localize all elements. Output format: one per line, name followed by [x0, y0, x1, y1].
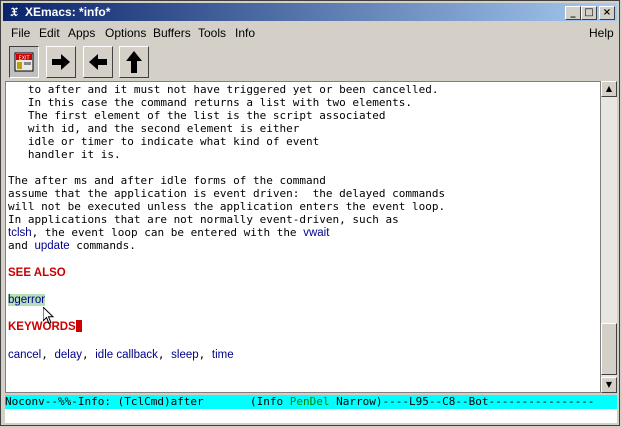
minibuffer[interactable]	[5, 409, 617, 423]
text-line: assume that the application is event dri…	[8, 187, 446, 200]
text-line: will not be executed unless the applicat…	[8, 200, 446, 213]
menu-file[interactable]: File	[11, 26, 30, 40]
menu-buffers[interactable]: Buffers	[153, 26, 191, 40]
text-line: The after ms and after idle forms of the…	[8, 174, 326, 187]
modeline-pendel: PenDel	[289, 395, 330, 408]
text-line: and update commands.	[8, 239, 136, 253]
scroll-thumb[interactable]	[601, 323, 617, 375]
scroll-down-button[interactable]: ▼	[601, 377, 617, 393]
text-fragment: , the event loop can be entered with the	[31, 226, 304, 239]
exit-button[interactable]: EXIT	[9, 46, 39, 78]
minimize-button[interactable]: _	[565, 6, 581, 20]
scroll-up-icon: ▲	[605, 84, 613, 93]
exit-icon: EXIT	[14, 52, 34, 72]
bgerror-link[interactable]: bgerror	[8, 294, 46, 306]
text-line: handler it is.	[8, 148, 121, 161]
time-link[interactable]: time	[212, 349, 234, 361]
scroll-down-icon: ▼	[605, 380, 613, 389]
maximize-button[interactable]: □	[581, 6, 597, 20]
mode-line: Noconv--%%-Info: (TclCmd)after (Info Pen…	[5, 395, 617, 409]
text-line: In applications that are not normally ev…	[8, 213, 399, 226]
menu-options[interactable]: Options	[105, 26, 146, 40]
toolbar: EXIT	[3, 43, 617, 83]
tclsh-link[interactable]: tclsh	[8, 227, 32, 239]
close-button[interactable]: ×	[599, 6, 615, 20]
text-line: idle or timer to indicate what kind of e…	[8, 135, 320, 148]
scroll-up-button[interactable]: ▲	[601, 81, 617, 97]
sleep-link[interactable]: sleep	[171, 349, 199, 361]
idle-callback-link[interactable]: idle callback	[95, 349, 158, 361]
mouse-pointer-icon	[43, 307, 55, 325]
xemacs-icon: 𝔛	[10, 5, 18, 19]
see-also-heading: SEE ALSO	[8, 267, 66, 279]
menu-tools[interactable]: Tools	[198, 26, 226, 40]
menu-info[interactable]: Info	[235, 26, 255, 40]
menu-edit[interactable]: Edit	[39, 26, 60, 40]
text-line: to after and it must not have triggered …	[8, 83, 439, 96]
back-button[interactable]	[83, 46, 113, 78]
text-fragment: commands.	[69, 239, 136, 252]
cancel-link[interactable]: cancel	[8, 349, 41, 361]
modeline-left: Noconv--%%-Info: (TclCmd)after (Info	[5, 395, 290, 408]
separator: ,	[82, 348, 96, 361]
modeline-right: Narrow)----L95--C8--Bot----------------	[329, 395, 595, 408]
text-cursor	[75, 320, 82, 332]
window-title: XEmacs: *info*	[25, 5, 111, 19]
text-line: tclsh, the event loop can be entered wit…	[8, 226, 329, 240]
vertical-scrollbar[interactable]: ▲ ▼	[601, 81, 617, 393]
text-fragment: and	[8, 239, 35, 252]
keywords-heading: KEYWORDS	[8, 321, 76, 333]
forward-button[interactable]	[46, 46, 76, 78]
minimize-icon: _	[570, 7, 576, 18]
info-buffer[interactable]: to after and it must not have triggered …	[5, 81, 601, 393]
back-arrow-icon	[89, 54, 107, 70]
menu-help[interactable]: Help	[589, 26, 614, 40]
section-header-see-also: SEE ALSO	[8, 266, 66, 280]
xemacs-window: 𝔛 XEmacs: *info* _ □ × File Edit Apps Op…	[0, 0, 620, 426]
vwait-link[interactable]: vwait	[303, 227, 329, 239]
text-line: with id, and the second element is eithe…	[8, 122, 300, 135]
up-button[interactable]	[119, 46, 149, 78]
text-line: bgerror	[8, 293, 46, 307]
forward-arrow-icon	[52, 54, 70, 70]
separator: ,	[41, 348, 55, 361]
keyword-links-line: cancel, delay, idle callback, sleep, tim…	[8, 348, 234, 362]
separator: ,	[198, 348, 212, 361]
maximize-icon: □	[584, 7, 594, 18]
close-icon: ×	[602, 7, 612, 18]
title-bar[interactable]: 𝔛 XEmacs: *info* _ □ ×	[3, 3, 617, 21]
exit-label: EXIT	[18, 56, 30, 62]
up-arrow-icon	[126, 51, 142, 73]
text-line: The first element of the list is the scr…	[8, 109, 386, 122]
separator: ,	[157, 348, 172, 361]
menu-apps[interactable]: Apps	[68, 26, 95, 40]
menu-bar: File Edit Apps Options Buffers Tools Inf…	[3, 23, 617, 43]
delay-link[interactable]: delay	[55, 349, 83, 361]
text-line: In this case the command returns a list …	[8, 96, 412, 109]
update-link[interactable]: update	[35, 240, 70, 252]
